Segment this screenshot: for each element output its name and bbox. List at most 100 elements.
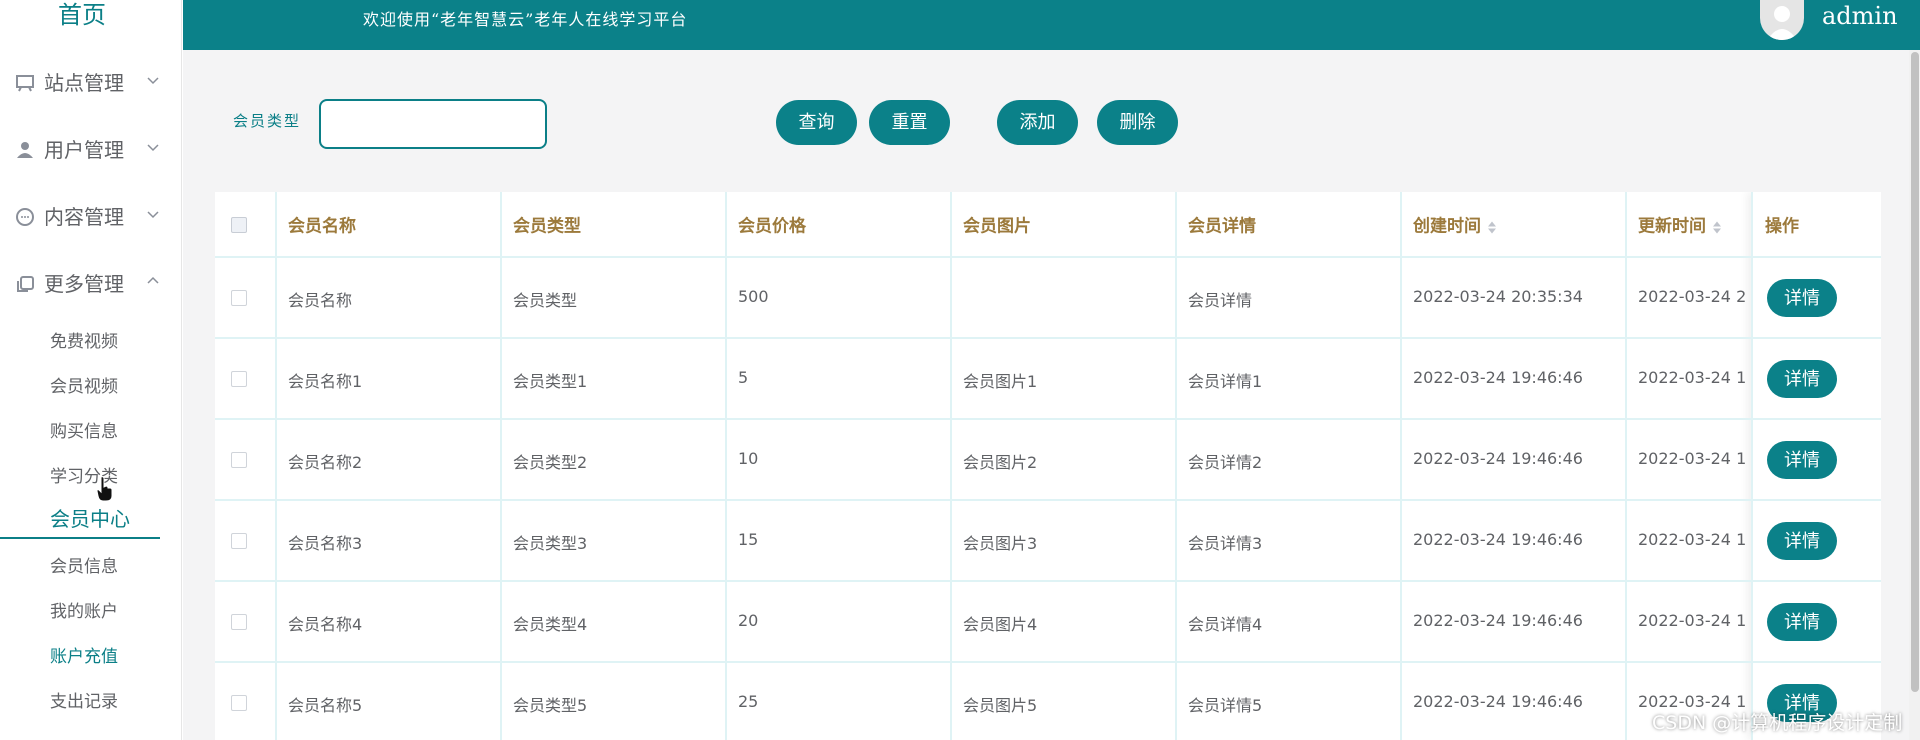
cell-type: 会员类型2 <box>513 453 588 472</box>
vertical-scrollbar-thumb[interactable] <box>1911 52 1919 692</box>
row-checkbox[interactable] <box>231 371 247 387</box>
cell-detail: 会员详情3 <box>1188 534 1263 553</box>
cell-price: 15 <box>738 530 759 549</box>
sidebar-home-link[interactable]: 首页 <box>58 0 106 30</box>
user-name[interactable]: admin <box>1822 2 1898 30</box>
add-button[interactable]: 添加 <box>997 100 1078 145</box>
row-divider <box>215 661 1881 663</box>
detail-button[interactable]: 详情 <box>1767 279 1837 317</box>
column-header-created[interactable]: 创建时间 <box>1413 212 1497 237</box>
sub-item-free-videos[interactable]: 免费视频 <box>0 324 160 360</box>
row-checkbox[interactable] <box>231 614 247 630</box>
menu-label: 更多管理 <box>44 272 124 296</box>
row-checkbox[interactable] <box>231 452 247 468</box>
detail-button[interactable]: 详情 <box>1767 360 1837 398</box>
sub-item-member-info[interactable]: 会员信息 <box>0 549 160 585</box>
column-divider <box>1751 192 1753 740</box>
sub-item-label: 免费视频 <box>50 332 118 352</box>
column-divider <box>1400 192 1402 740</box>
column-header-updated[interactable]: 更新时间 <box>1638 212 1722 237</box>
select-all-checkbox[interactable] <box>231 217 247 233</box>
chevron-up-icon <box>145 273 161 289</box>
cell-price: 20 <box>738 611 759 630</box>
menu-more-management[interactable]: 更多管理 <box>0 259 182 309</box>
sub-item-label: 会员信息 <box>50 557 118 577</box>
cell-name: 会员名称1 <box>288 372 363 391</box>
cell-price: 10 <box>738 449 759 468</box>
sub-item-learning-category[interactable]: 学习分类 <box>0 459 160 495</box>
query-button[interactable]: 查询 <box>776 100 857 145</box>
monitor-icon <box>14 72 36 94</box>
sub-item-member-videos[interactable]: 会员视频 <box>0 369 160 405</box>
cell-detail: 会员详情5 <box>1188 696 1263 715</box>
row-checkbox[interactable] <box>231 290 247 306</box>
cell-detail: 会员详情2 <box>1188 453 1263 472</box>
cell-updated: 2022-03-24 1 <box>1638 368 1747 387</box>
menu-label: 内容管理 <box>44 205 124 229</box>
row-checkbox[interactable] <box>231 533 247 549</box>
column-header: 操作 <box>1765 216 1799 237</box>
column-divider <box>725 192 727 740</box>
cell-price: 500 <box>738 287 769 306</box>
cell-created: 2022-03-24 19:46:46 <box>1413 449 1583 468</box>
menu-label: 站点管理 <box>44 71 124 95</box>
cell-name: 会员名称 <box>288 291 353 310</box>
sub-item-label: 会员视频 <box>50 377 118 397</box>
sort-icon[interactable] <box>1712 220 1722 234</box>
column-header: 会员价格 <box>738 216 806 237</box>
column-divider <box>1625 192 1627 740</box>
main-content: 会员类型 查询 重置 添加 删除 会员名称 会员类型 会员价格 会员图片 会员详… <box>183 50 1920 740</box>
avatar[interactable] <box>1760 0 1804 40</box>
cell-detail: 会员详情1 <box>1188 372 1263 391</box>
chat-icon <box>14 206 36 228</box>
menu-site-management[interactable]: 站点管理 <box>0 58 182 108</box>
cell-created: 2022-03-24 19:46:46 <box>1413 611 1583 630</box>
column-header: 会员详情 <box>1188 216 1256 237</box>
copy-icon <box>14 273 36 295</box>
sub-item-account-recharge[interactable]: 账户充值 <box>0 639 160 675</box>
cell-price: 5 <box>738 368 749 387</box>
cell-updated: 2022-03-24 1 <box>1638 611 1747 630</box>
cell-name: 会员名称2 <box>288 453 363 472</box>
cell-type: 会员类型 <box>513 291 578 310</box>
watermark: CSDN @计算机程序设计定制 <box>1652 712 1903 734</box>
row-checkbox[interactable] <box>231 695 247 711</box>
menu-content-management[interactable]: 内容管理 <box>0 192 182 242</box>
cell-updated: 2022-03-24 1 <box>1638 449 1747 468</box>
detail-button[interactable]: 详情 <box>1767 441 1837 479</box>
member-table: 会员名称 会员类型 会员价格 会员图片 会员详情 创建时间 更新时间 操作 会员… <box>215 192 1881 740</box>
avatar-icon <box>1767 6 1797 40</box>
menu-user-management[interactable]: 用户管理 <box>0 125 182 175</box>
sub-item-member-center[interactable]: 会员中心 <box>0 503 160 539</box>
cell-type: 会员类型1 <box>513 372 588 391</box>
chevron-down-icon <box>145 72 161 88</box>
cell-image: 会员图片4 <box>963 615 1038 634</box>
cell-detail: 会员详情4 <box>1188 615 1263 634</box>
column-divider <box>950 192 952 740</box>
menu-label: 用户管理 <box>44 138 124 162</box>
sort-icon[interactable] <box>1487 220 1497 234</box>
sub-item-label: 账户充值 <box>50 647 118 667</box>
row-divider <box>215 580 1881 582</box>
sub-item-label: 我的账户 <box>50 602 118 622</box>
cell-image: 会员图片2 <box>963 453 1038 472</box>
detail-button[interactable]: 详情 <box>1767 603 1837 641</box>
delete-button[interactable]: 删除 <box>1097 100 1178 145</box>
row-divider <box>215 499 1881 501</box>
row-divider <box>215 337 1881 339</box>
member-type-search-input[interactable] <box>319 99 547 149</box>
sub-item-my-account[interactable]: 我的账户 <box>0 594 160 630</box>
sub-item-expense-records[interactable]: 支出记录 <box>0 684 160 720</box>
column-header: 会员类型 <box>513 216 581 237</box>
cell-image: 会员图片5 <box>963 696 1038 715</box>
cell-updated: 2022-03-24 2 <box>1638 287 1747 306</box>
sub-item-purchase-info[interactable]: 购买信息 <box>0 414 160 450</box>
row-divider <box>215 418 1881 420</box>
detail-button[interactable]: 详情 <box>1767 522 1837 560</box>
hand-cursor-icon <box>96 476 113 502</box>
column-divider <box>500 192 502 740</box>
sub-item-label: 会员中心 <box>50 507 130 531</box>
cell-created: 2022-03-24 20:35:34 <box>1413 287 1583 306</box>
reset-button[interactable]: 重置 <box>869 100 950 145</box>
column-divider <box>275 192 277 740</box>
